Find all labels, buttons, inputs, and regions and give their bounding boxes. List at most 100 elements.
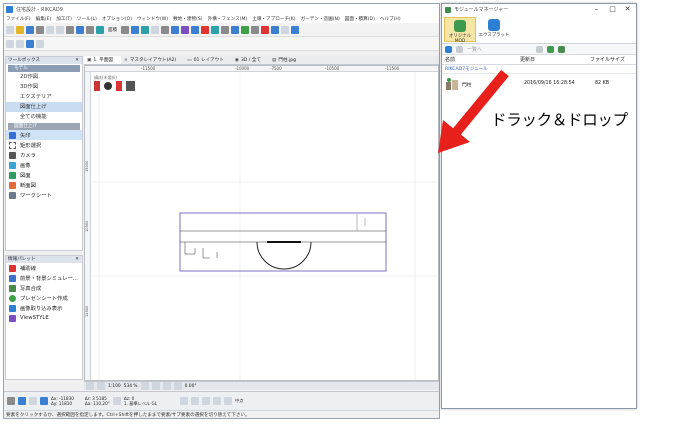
menu-approach[interactable]: 土壌・アプローチ(K) xyxy=(252,16,295,22)
close-icon[interactable]: ✕ xyxy=(620,4,635,15)
menu-design[interactable]: 加工(T) xyxy=(56,16,72,22)
area-icon[interactable] xyxy=(96,25,104,34)
tab-3d[interactable]: ◉ 3D / 全て xyxy=(232,56,269,64)
zoom-icon[interactable] xyxy=(213,397,222,405)
camera-icon[interactable] xyxy=(271,25,279,34)
view-scale-icon[interactable] xyxy=(97,382,105,390)
save-icon[interactable] xyxy=(26,25,34,34)
settings-icon[interactable] xyxy=(558,45,566,53)
delete-icon[interactable] xyxy=(116,81,122,91)
menu-site[interactable]: 敷地・建物(S) xyxy=(173,16,202,22)
scale-value[interactable]: 1:100 xyxy=(108,384,121,389)
tool-arrow[interactable]: 矢印 xyxy=(6,130,82,140)
zoom-value[interactable]: 534 % xyxy=(124,384,138,389)
orbit-icon[interactable] xyxy=(171,25,179,34)
base-level[interactable]: 1. 基準レベル GL xyxy=(124,401,157,407)
fit-icon[interactable] xyxy=(162,382,171,390)
tracker-icon[interactable] xyxy=(18,397,26,405)
snap-grid-icon[interactable] xyxy=(180,397,189,405)
paste-icon[interactable] xyxy=(86,25,94,34)
open-folder-icon[interactable] xyxy=(16,25,24,34)
palette-foreground-sim[interactable]: 前景・背景シミュレー... xyxy=(6,273,82,283)
close-icon[interactable] xyxy=(7,397,15,405)
marquee-icon[interactable] xyxy=(36,39,44,48)
rotation-value[interactable]: 0.00° xyxy=(185,384,197,389)
zoom-out-icon[interactable] xyxy=(151,382,160,390)
original-mod-button[interactable]: オリジナルMOD xyxy=(444,17,476,44)
menu-help[interactable]: ヘルプ(H) xyxy=(380,16,401,22)
zoom-icon[interactable] xyxy=(151,25,159,34)
tree-group-model[interactable]: モデル xyxy=(8,65,80,72)
pointer-icon[interactable] xyxy=(6,39,14,48)
minimize-icon[interactable]: – xyxy=(589,4,604,15)
menu-options[interactable]: オプション(O) xyxy=(102,16,132,22)
menu-file[interactable]: ファイル(F) xyxy=(6,16,31,22)
tool-camera[interactable]: カメラ xyxy=(6,150,82,160)
tool-drawing[interactable]: 図面 xyxy=(6,170,82,180)
menu-edit[interactable]: 編集(E) xyxy=(36,16,52,22)
column-size[interactable]: ファイルサイズ xyxy=(590,55,625,65)
tool-rect-select[interactable]: 矩形選択 xyxy=(6,140,82,150)
grid-icon[interactable] xyxy=(131,25,139,34)
column-date[interactable]: 更新日 xyxy=(520,55,535,65)
snap-angle-icon[interactable] xyxy=(191,397,200,405)
tool-worksheet[interactable]: ワークシート xyxy=(6,190,82,200)
snap-icon[interactable] xyxy=(141,25,149,34)
pen-icon[interactable] xyxy=(181,25,189,34)
column-name[interactable]: 名前 xyxy=(445,55,455,65)
tree-item-3d[interactable]: 3D作図 xyxy=(6,82,82,92)
move-icon[interactable] xyxy=(29,397,37,405)
layer-icon[interactable] xyxy=(121,25,129,34)
arrow-tool-icon[interactable] xyxy=(26,39,34,48)
tool-image[interactable]: 画像 xyxy=(6,160,82,170)
view-icon[interactable] xyxy=(191,25,199,34)
file-row[interactable]: 門柱 2016/09/16 16:28:54 82 KB xyxy=(442,75,636,93)
close-icon[interactable]: × xyxy=(124,58,128,63)
tool-section[interactable]: 断面図 xyxy=(6,180,82,190)
print-icon[interactable] xyxy=(36,25,44,34)
drawing-canvas[interactable]: -11500 -10000 -7500 -10500 -11500 15000 … xyxy=(84,65,439,381)
back-icon[interactable] xyxy=(456,45,463,53)
cut-icon[interactable] xyxy=(536,45,544,53)
tree-item-2d[interactable]: 2D作図 xyxy=(6,72,82,82)
coordinate-icon[interactable] xyxy=(40,397,48,405)
maximize-icon[interactable]: □ xyxy=(605,4,620,15)
palette-guide-line[interactable]: 補助線 xyxy=(6,263,82,273)
tab-master-layout[interactable]: × マスタレイアウト(A2) xyxy=(121,56,184,64)
view-nav-icon[interactable] xyxy=(86,382,94,390)
menu-garden[interactable]: ガーデン・造園(N) xyxy=(301,16,340,22)
rotate-icon[interactable] xyxy=(173,382,182,390)
layer-stack-icon[interactable] xyxy=(126,81,135,91)
redo-icon[interactable] xyxy=(56,25,64,34)
tab-image[interactable]: ▤ 門柱.jpg xyxy=(269,56,304,64)
marker-icon[interactable] xyxy=(94,81,100,91)
search-icon[interactable] xyxy=(281,25,289,34)
marker-icon[interactable] xyxy=(261,25,269,34)
new-file-icon[interactable] xyxy=(6,25,14,34)
zoom-in-icon[interactable] xyxy=(140,382,149,390)
folder-path[interactable]: RIKCAD7モジュール xyxy=(442,65,636,74)
section-icon[interactable] xyxy=(221,25,229,34)
palette-close-icon[interactable]: ✕ xyxy=(75,256,79,263)
palette-photo-composite[interactable]: 写真合成 xyxy=(6,283,82,293)
pencil-icon[interactable] xyxy=(224,397,233,405)
midpoint-label[interactable]: 中点 xyxy=(235,398,243,404)
elevation-icon[interactable] xyxy=(231,25,239,34)
elevation-icon[interactable] xyxy=(112,397,121,405)
tree-item-drawing-finish[interactable]: 図面仕上げ xyxy=(6,102,82,112)
module-icon[interactable] xyxy=(291,25,299,34)
panel-close-icon[interactable]: ✕ xyxy=(75,57,79,64)
area-label[interactable]: 面積 xyxy=(106,27,119,33)
cut-icon[interactable] xyxy=(66,25,74,34)
tree-item-exterior[interactable]: エクステリア xyxy=(6,92,82,102)
palette-presentation[interactable]: プレゼンシート作成 xyxy=(6,293,82,303)
import-icon[interactable] xyxy=(547,45,555,53)
tab-layout[interactable]: ▭ 01 レイアウト xyxy=(184,56,232,64)
table-icon[interactable] xyxy=(251,25,259,34)
tab-floor-plan[interactable]: ▣ 1. 平面図 xyxy=(84,56,121,64)
menu-tools[interactable]: ツール(L) xyxy=(77,16,97,22)
snap-point-icon[interactable] xyxy=(202,397,211,405)
menu-drawing[interactable]: 図面・積算(D) xyxy=(345,16,375,22)
nav-label[interactable]: 一覧へ xyxy=(467,46,482,53)
menu-fence[interactable]: 外構・フェンス(M) xyxy=(208,16,248,22)
